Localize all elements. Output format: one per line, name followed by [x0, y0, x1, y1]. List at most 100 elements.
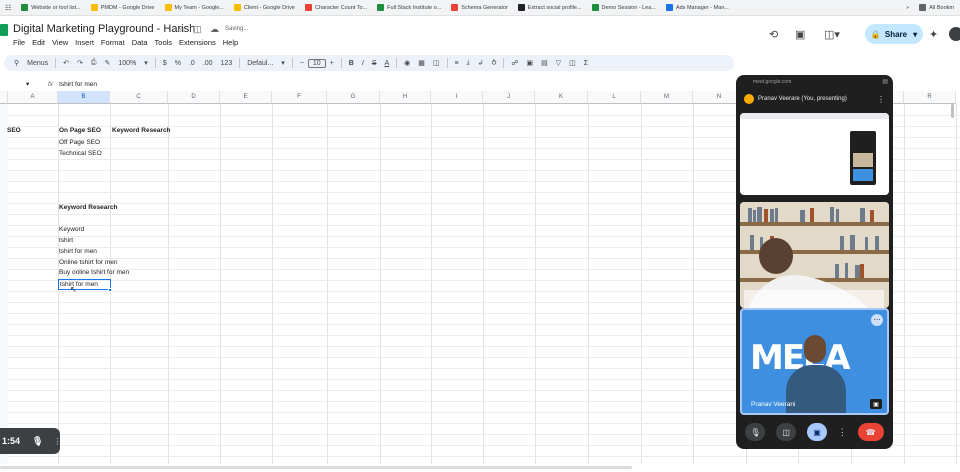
font-size-input[interactable]: 10 [307, 58, 326, 68]
text-rotation-icon[interactable]: ⥁ [488, 59, 501, 67]
cell-b-tshirt-for-men[interactable]: tshirt for men [59, 248, 97, 255]
present-screen-icon[interactable]: ▣ [806, 423, 827, 441]
insert-chart-icon[interactable]: ▤ [537, 59, 552, 67]
menu-item-insert[interactable]: Insert [75, 38, 94, 47]
horizontal-align-icon[interactable]: ≡ [451, 60, 463, 67]
bookmark-item[interactable]: Ads Manager - Man... [662, 0, 735, 15]
column-header-k[interactable]: K [535, 91, 588, 104]
filter-icon[interactable]: ▽ [552, 59, 565, 67]
avatar[interactable] [949, 27, 960, 41]
bookmark-item[interactable]: PMDM - Google Drive [87, 0, 161, 15]
strikethrough-button[interactable]: S [368, 60, 381, 67]
vertical-scrollbar[interactable] [951, 104, 954, 118]
currency-button[interactable]: $ [159, 60, 171, 67]
chevron-down-icon[interactable]: ▾ [913, 30, 917, 39]
column-header-h[interactable]: H [380, 91, 431, 104]
more-bookmarks-icon[interactable]: » [902, 0, 915, 15]
tile-more-options-icon[interactable]: ⋯ [871, 314, 883, 326]
star-icon[interactable]: ☆ [178, 24, 186, 35]
sheets-logo-icon[interactable] [0, 24, 8, 36]
menu-item-tools[interactable]: Tools [155, 38, 173, 47]
chevron-down-icon[interactable]: ▾ [140, 59, 152, 67]
print-icon[interactable]: ⎙ [87, 59, 101, 67]
active-cell-selection[interactable] [58, 279, 111, 290]
cell-a-seo[interactable]: SEO [7, 127, 21, 134]
bookmark-item[interactable]: Schema Generator [447, 0, 513, 15]
bookmark-item[interactable]: Website or tool list... [17, 0, 86, 15]
vertical-align-icon[interactable]: ⤓ [463, 59, 474, 67]
participant-video-tile[interactable] [740, 202, 889, 308]
cell-c-keyword-research[interactable]: Keyword Research [112, 127, 171, 134]
presenter-video-tile[interactable]: ⋯ MEEA Pranav Veerani ▣ [740, 308, 889, 415]
font-size-decrease-button[interactable]: − [296, 60, 308, 67]
column-header-f[interactable]: F [272, 91, 327, 104]
filter-views-icon[interactable]: ◫ [565, 59, 580, 67]
fill-handle[interactable] [108, 288, 112, 292]
cell-b-buy-online-tshirt[interactable]: Buy online tshirt for men [59, 269, 129, 276]
italic-button[interactable]: I [358, 60, 368, 67]
cell-b-tshirt[interactable]: tshirt [59, 237, 73, 244]
cell-b-keyword-research-heading[interactable]: Keyword Research [59, 204, 118, 211]
column-header-b[interactable]: B [58, 91, 110, 104]
name-box[interactable]: ▾ [0, 80, 40, 88]
move-folder-icon[interactable]: ◫ [193, 24, 202, 35]
document-title[interactable]: Digital Marketing Playground - Harish [13, 23, 195, 35]
fill-color-icon[interactable]: ◉ [400, 59, 414, 67]
column-header-d[interactable]: D [168, 91, 220, 104]
drag-handle-icon[interactable]: ⋮ [53, 437, 61, 446]
column-header-r[interactable]: R [904, 91, 956, 104]
text-color-button[interactable]: A [380, 60, 393, 67]
percent-button[interactable]: % [171, 60, 185, 67]
shared-screen-tile[interactable] [740, 113, 889, 195]
zoom-select[interactable]: 100% [114, 60, 140, 67]
bookmark-item[interactable]: My Team - Google... [161, 0, 230, 15]
recording-widget[interactable]: 1:54 🎙 ⋮ [0, 428, 61, 454]
menu-item-format[interactable]: Format [101, 38, 125, 47]
column-header-g[interactable]: G [327, 91, 380, 104]
text-wrap-icon[interactable]: ↲ [474, 59, 488, 67]
bookmark-item[interactable]: Demo Session - Lea... [588, 0, 662, 15]
bookmark-item[interactable]: Client - Google Drive [230, 0, 301, 15]
functions-icon[interactable]: Σ [580, 60, 592, 67]
cell-b-technical-seo[interactable]: Technical SEO [59, 150, 102, 157]
history-icon[interactable]: ⟲ [769, 28, 778, 41]
apps-icon[interactable]: ☷ [0, 0, 17, 15]
microphone-icon[interactable]: 🎙 [32, 436, 43, 447]
camera-icon[interactable]: ◫ [776, 423, 797, 441]
more-options-icon[interactable]: ⋮ [877, 95, 885, 104]
gemini-icon[interactable]: ✦ [929, 28, 938, 41]
menu-item-edit[interactable]: Edit [32, 38, 45, 47]
borders-icon[interactable]: ▦ [414, 59, 429, 67]
cell-b-online-tshirt[interactable]: Online tshirt for men [59, 259, 118, 266]
pip-back-icon[interactable]: ▤ [882, 78, 888, 85]
end-call-icon[interactable]: ☎ [857, 423, 884, 441]
comments-icon[interactable]: ▣ [795, 28, 805, 41]
search-menus-icon[interactable]: ⚲ [10, 59, 23, 67]
cell-b-keyword[interactable]: Keyword [59, 226, 84, 233]
number-format-button[interactable]: 123 [217, 60, 237, 67]
menu-item-file[interactable]: File [13, 38, 25, 47]
column-header-e[interactable]: E [220, 91, 272, 104]
chevron-down-icon[interactable]: ▾ [277, 59, 289, 67]
more-options-icon[interactable]: ⋮ [838, 427, 847, 438]
bookmark-item[interactable]: Full Stack Institute o... [373, 0, 447, 15]
search-menus-label[interactable]: Menus [23, 60, 52, 67]
decrease-decimal-button[interactable]: .0 [185, 60, 199, 67]
column-header-l[interactable]: L [588, 91, 641, 104]
column-header-a[interactable]: A [8, 91, 58, 104]
menu-item-data[interactable]: Data [132, 38, 148, 47]
menu-item-help[interactable]: Help [223, 38, 238, 47]
bold-button[interactable]: B [345, 60, 358, 67]
merge-cells-icon[interactable]: ◫ [429, 59, 444, 67]
horizontal-scrollbar[interactable] [0, 466, 632, 469]
bookmark-item[interactable]: Extract social profile... [514, 0, 588, 15]
column-header-m[interactable]: M [641, 91, 693, 104]
all-bookmarks[interactable]: All Bookm [915, 0, 960, 15]
select-all-corner[interactable] [0, 91, 8, 104]
cell-b-off-page-seo[interactable]: Off Page SEO [59, 139, 100, 146]
menu-item-view[interactable]: View [52, 38, 68, 47]
redo-icon[interactable]: ↷ [73, 59, 87, 67]
bookmark-item[interactable]: Character Count To... [301, 0, 373, 15]
font-select[interactable]: Defaul... [243, 60, 277, 67]
insert-link-icon[interactable]: ☍ [507, 59, 522, 67]
